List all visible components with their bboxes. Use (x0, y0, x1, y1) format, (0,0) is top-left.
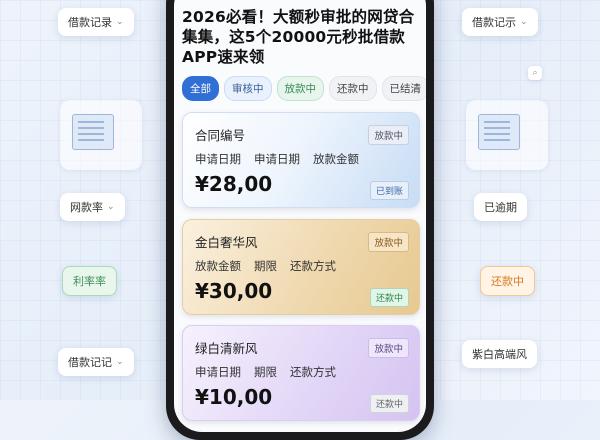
repaying-label: 还款中 (491, 275, 524, 288)
card-amount: ¥30,00 (195, 279, 273, 303)
loan-record-dropdown-bottom[interactable]: 借款记记 ⌄ (58, 348, 134, 376)
status-tabs: 全部 审核中 放款中 还款中 已结清 (182, 76, 426, 101)
rate-dropdown-label: 网款率 (70, 201, 103, 214)
tab-repaying[interactable]: 还款中 (329, 76, 377, 101)
card-label: 申请日期 (195, 152, 241, 166)
card-title: 金白奢华风 (195, 235, 258, 250)
card-amount: ¥28,00 (195, 172, 273, 196)
tab-reviewing[interactable]: 审核中 (224, 76, 272, 101)
overdue-label: 已逾期 (484, 201, 517, 214)
phone-frame: 2026必看！大额秒审批的网贷合集集，这5个20000元秒批借款APP速来领 全… (166, 0, 434, 440)
card-labels: 放款金额 期限 还款方式 (195, 258, 349, 274)
loan-record-label: 借款记录 (68, 16, 112, 29)
loan-record-dropdown[interactable]: 借款记录 ⌄ (58, 8, 134, 36)
purple-style-label: 紫白高端风 (472, 348, 527, 361)
status-badge: 放款中 (368, 125, 409, 145)
chevron-down-icon: ⌄ (520, 17, 528, 27)
card-label: 申请日期 (254, 152, 300, 166)
card-label: 放款金额 (195, 259, 241, 273)
card-label: 申请日期 (195, 365, 241, 379)
card-amount: ¥10,00 (195, 385, 273, 409)
card-status: 还款中 (369, 288, 409, 307)
card-status: 还款中 (369, 394, 409, 413)
tab-disbursing[interactable]: 放款中 (276, 76, 324, 101)
status-badge: 放款中 (368, 338, 409, 358)
search-icon[interactable]: ⌕ (528, 66, 542, 80)
document-icon (72, 114, 114, 150)
card-label: 还款方式 (290, 365, 336, 379)
chevron-down-icon: ⌄ (116, 357, 124, 367)
overdue-chip: 已逾期 (474, 193, 527, 221)
card-label: 放款金额 (313, 152, 359, 166)
loan-record-dropdown-right[interactable]: 借款记示 ⌄ (462, 8, 538, 36)
purple-style-chip: 紫白高端风 (462, 340, 537, 368)
status-badge: 放款中 (368, 232, 409, 252)
chevron-down-icon: ⌄ (107, 202, 115, 212)
loan-record-bottom-label: 借款记记 (68, 356, 112, 369)
loan-card-purple[interactable]: 绿白清新风 放款中 申请日期 期限 还款方式 ¥10,00 还款中 (182, 325, 420, 421)
card-status: 已到账 (369, 181, 409, 200)
loan-record-right-label: 借款记示 (472, 16, 516, 29)
card-labels: 申请日期 申请日期 放款金额 (195, 151, 372, 167)
rate-chip: 利率率 (62, 266, 117, 296)
phone-screen: 2026必看！大额秒审批的网贷合集集，这5个20000元秒批借款APP速来领 全… (174, 0, 426, 432)
document-illustration (60, 100, 142, 170)
loan-card-gold[interactable]: 金白奢华风 放款中 放款金额 期限 还款方式 ¥30,00 还款中 (182, 219, 420, 315)
tab-all[interactable]: 全部 (182, 76, 219, 101)
repaying-chip: 还款中 (480, 266, 535, 296)
card-label: 还款方式 (290, 259, 336, 273)
rate-dropdown[interactable]: 网款率 ⌄ (60, 193, 125, 221)
card-label: 期限 (254, 365, 277, 379)
rate-label: 利率率 (73, 275, 106, 288)
tab-settled[interactable]: 已结清 (381, 76, 426, 101)
card-label: 期限 (254, 259, 277, 273)
chevron-down-icon: ⌄ (116, 17, 124, 27)
card-labels: 申请日期 期限 还款方式 (195, 364, 349, 380)
card-title: 合同编号 (195, 128, 246, 143)
loan-card-blue[interactable]: 合同编号 放款中 申请日期 申请日期 放款金额 ¥28,00 已到账 (182, 112, 420, 208)
card-title: 绿白清新风 (195, 341, 258, 356)
file-illustration (466, 100, 548, 170)
file-icon (478, 114, 520, 150)
page-title: 2026必看！大额秒审批的网贷合集集，这5个20000元秒批借款APP速来领 (182, 8, 415, 66)
